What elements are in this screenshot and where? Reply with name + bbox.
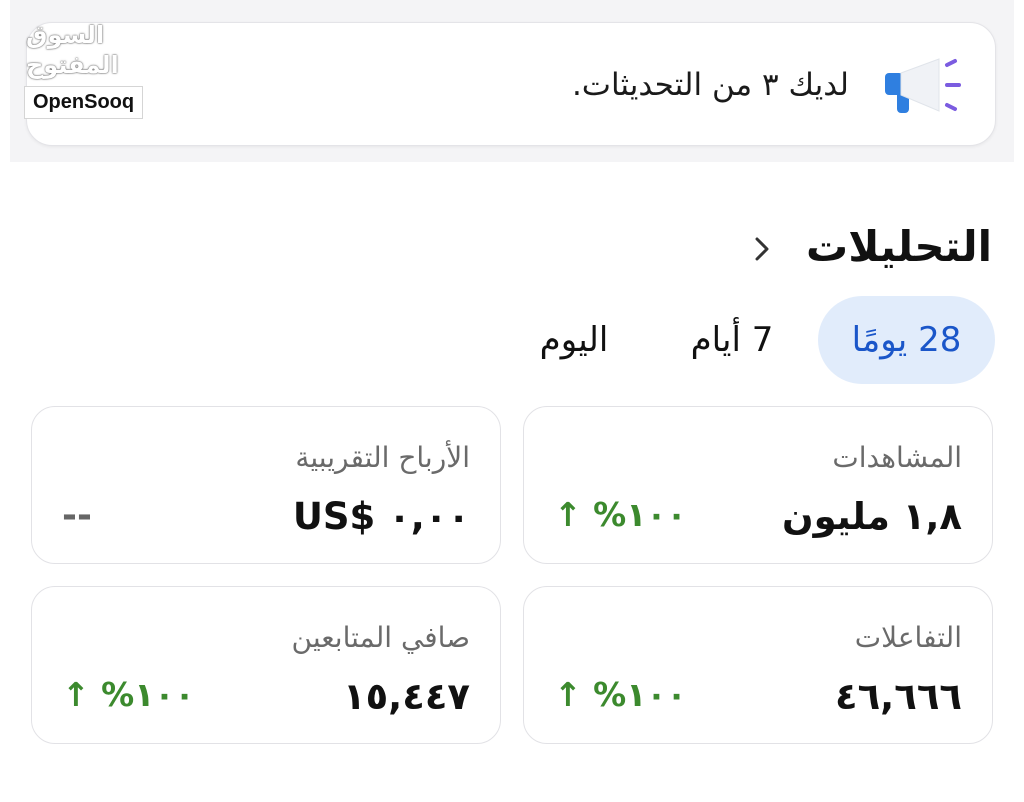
views-label: المشاهدات <box>832 441 962 474</box>
watermark-arabic-text: السوق المفتوح <box>26 21 119 79</box>
watermark-brand: OpenSooq <box>24 86 144 119</box>
tab-28-days[interactable]: 28 يومًا <box>818 296 995 384</box>
net-followers-label: صافي المتابعين <box>291 621 470 654</box>
interactions-label: التفاعلات <box>854 621 962 654</box>
megaphone-icon <box>885 58 961 113</box>
tab-today[interactable]: اليوم <box>516 296 632 384</box>
earnings-card[interactable]: الأرباح التقريبية US$ ٠,٠٠ -- <box>31 406 501 564</box>
earnings-value: US$ ٠,٠٠ <box>292 495 470 538</box>
views-card[interactable]: المشاهدات ١,٨ مليون ↑ %١٠٠ <box>523 406 993 564</box>
interactions-card[interactable]: التفاعلات ٤٦,٦٦٦ ↑ %١٠٠ <box>523 586 993 744</box>
earnings-label: الأرباح التقريبية <box>295 441 470 474</box>
net-followers-change: ↑ %١٠٠ <box>62 675 195 714</box>
earnings-change: -- <box>62 495 92 536</box>
views-change: ↑ %١٠٠ <box>554 495 687 534</box>
chevron-right-icon[interactable] <box>754 236 770 262</box>
net-followers-card[interactable]: صافي المتابعين ١٥,٤٤٧ ↑ %١٠٠ <box>31 586 501 744</box>
notice-text: لديك ٣ من التحديثات. <box>571 67 849 103</box>
interactions-value: ٤٦,٦٦٦ <box>835 675 962 718</box>
opensooq-watermark: السوق المفتوح OpenSooq <box>24 20 174 119</box>
analytics-title[interactable]: التحليلات <box>806 222 992 271</box>
interactions-change: ↑ %١٠٠ <box>554 675 687 714</box>
net-followers-value: ١٥,٤٤٧ <box>343 675 470 718</box>
tab-7-days[interactable]: 7 أيام <box>672 296 792 384</box>
views-value: ١,٨ مليون <box>781 495 962 538</box>
